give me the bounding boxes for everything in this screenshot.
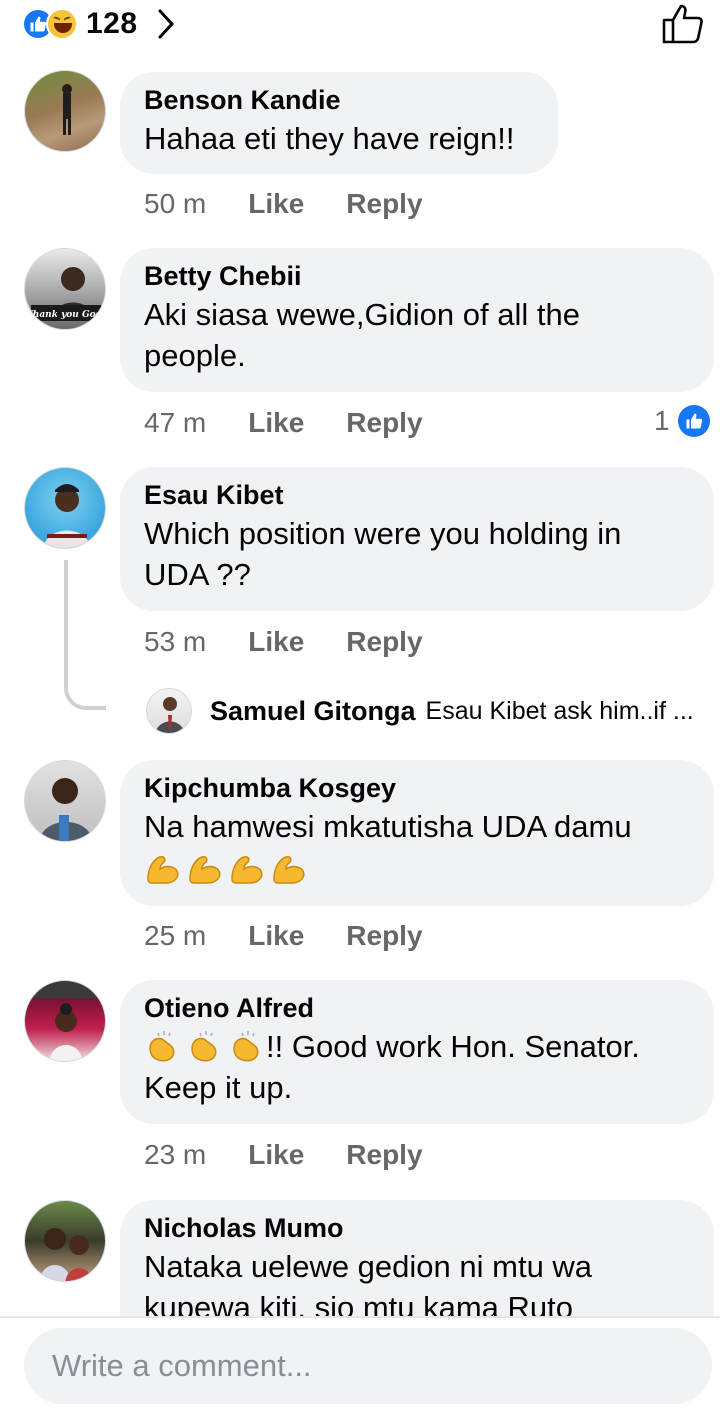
reaction-summary[interactable]: 128 <box>22 4 176 44</box>
comment-bubble[interactable]: Kipchumba Kosgey Na hamwesi mkatutisha U… <box>120 760 714 906</box>
comment-composer[interactable] <box>24 1328 712 1404</box>
clap-emoji <box>233 1030 259 1062</box>
reply-button[interactable]: Reply <box>346 920 422 952</box>
comment-partial: Nicholas Mumo Nataka uelewe gedion ni mt… <box>0 1190 720 1316</box>
muscle-emoji <box>189 856 221 884</box>
comment-actions: 47 m Like Reply <box>144 407 465 439</box>
avatar[interactable] <box>24 467 106 549</box>
reply-button[interactable]: Reply <box>346 1139 422 1171</box>
comment-time[interactable]: 50 m <box>144 188 206 220</box>
clap-emoji <box>149 1030 175 1062</box>
avatar[interactable] <box>24 70 106 152</box>
reply-preview[interactable]: Samuel Gitonga Esau Kibet ask him..if ..… <box>146 688 694 734</box>
comment-input[interactable] <box>50 1347 712 1385</box>
comment-text: Hahaa eti they have reign!! <box>144 121 515 156</box>
avatar[interactable]: Thank you God! <box>24 248 106 330</box>
comment-actions: 50 m Like Reply <box>144 188 465 220</box>
comment-text: Nataka uelewe gedion ni mtu wa kupewa ki… <box>144 1249 593 1316</box>
like-button[interactable]: Like <box>248 626 304 658</box>
comment-bubble[interactable]: Esau Kibet Which position were you holdi… <box>120 467 714 611</box>
comment-time[interactable]: 23 m <box>144 1139 206 1171</box>
thumbs-up-outline-icon[interactable] <box>660 2 706 51</box>
commenter-name[interactable]: Kipchumba Kosgey <box>144 772 688 804</box>
comment-bubble[interactable]: Betty Chebii Aki siasa wewe,Gidion of al… <box>120 248 714 392</box>
divider <box>0 1316 720 1318</box>
emoji-row <box>144 1027 266 1065</box>
like-button[interactable]: Like <box>248 1139 304 1171</box>
reply-button[interactable]: Reply <box>346 626 422 658</box>
commenter-name[interactable]: Otieno Alfred <box>144 992 688 1024</box>
comment-bubble[interactable]: Benson Kandie Hahaa eti they have reign!… <box>120 72 558 174</box>
commenter-name[interactable]: Benson Kandie <box>144 84 532 116</box>
thread-connector <box>64 560 106 710</box>
commenter-name[interactable]: Nicholas Mumo <box>144 1212 688 1244</box>
reply-text: Esau Kibet ask him..if ... <box>425 696 694 725</box>
like-button[interactable]: Like <box>248 188 304 220</box>
comment-actions: 53 m Like Reply <box>144 626 465 658</box>
comment-bubble[interactable]: Otieno Alfred !! Good work Hon. Senator.… <box>120 980 714 1124</box>
commenter-name[interactable]: Esau Kibet <box>144 479 688 511</box>
muscle-emoji <box>273 856 305 884</box>
comment-actions: 25 m Like Reply <box>144 920 465 952</box>
avatar[interactable] <box>24 1200 106 1282</box>
commenter-name[interactable]: Betty Chebii <box>144 260 688 292</box>
reaction-count: 128 <box>86 7 138 40</box>
avatar[interactable] <box>24 760 106 842</box>
comment-text: Aki siasa wewe,Gidion of all the people. <box>144 297 580 373</box>
comment-text: Na hamwesi mkatutisha UDA damu <box>144 809 632 844</box>
reply-author[interactable]: Samuel Gitonga <box>210 696 416 727</box>
muscle-emoji <box>147 856 179 884</box>
comment-time[interactable]: 47 m <box>144 407 206 439</box>
haha-icon <box>46 8 78 40</box>
comment-text: Which position were you holding in UDA ?… <box>144 516 622 592</box>
comment-text: !! Good work Hon. Senator. Keep it up. <box>144 1026 688 1108</box>
avatar-caption: Thank you God! <box>26 310 106 320</box>
avatar[interactable] <box>146 688 192 734</box>
clap-emoji <box>191 1030 217 1062</box>
comment-like-count[interactable]: 1 <box>654 405 710 437</box>
reply-button[interactable]: Reply <box>346 188 422 220</box>
comment-bubble[interactable]: Nicholas Mumo Nataka uelewe gedion ni mt… <box>120 1200 714 1316</box>
comment-time[interactable]: 53 m <box>144 626 206 658</box>
emoji-row <box>144 849 688 887</box>
muscle-emoji <box>231 856 263 884</box>
like-count: 1 <box>654 405 670 436</box>
like-icon <box>677 405 710 437</box>
like-button[interactable]: Like <box>248 920 304 952</box>
chevron-right-icon <box>158 9 174 39</box>
comment-time[interactable]: 25 m <box>144 920 206 952</box>
like-button[interactable]: Like <box>248 407 304 439</box>
comment-actions: 23 m Like Reply <box>144 1139 465 1171</box>
avatar[interactable] <box>24 980 106 1062</box>
reply-button[interactable]: Reply <box>346 407 422 439</box>
